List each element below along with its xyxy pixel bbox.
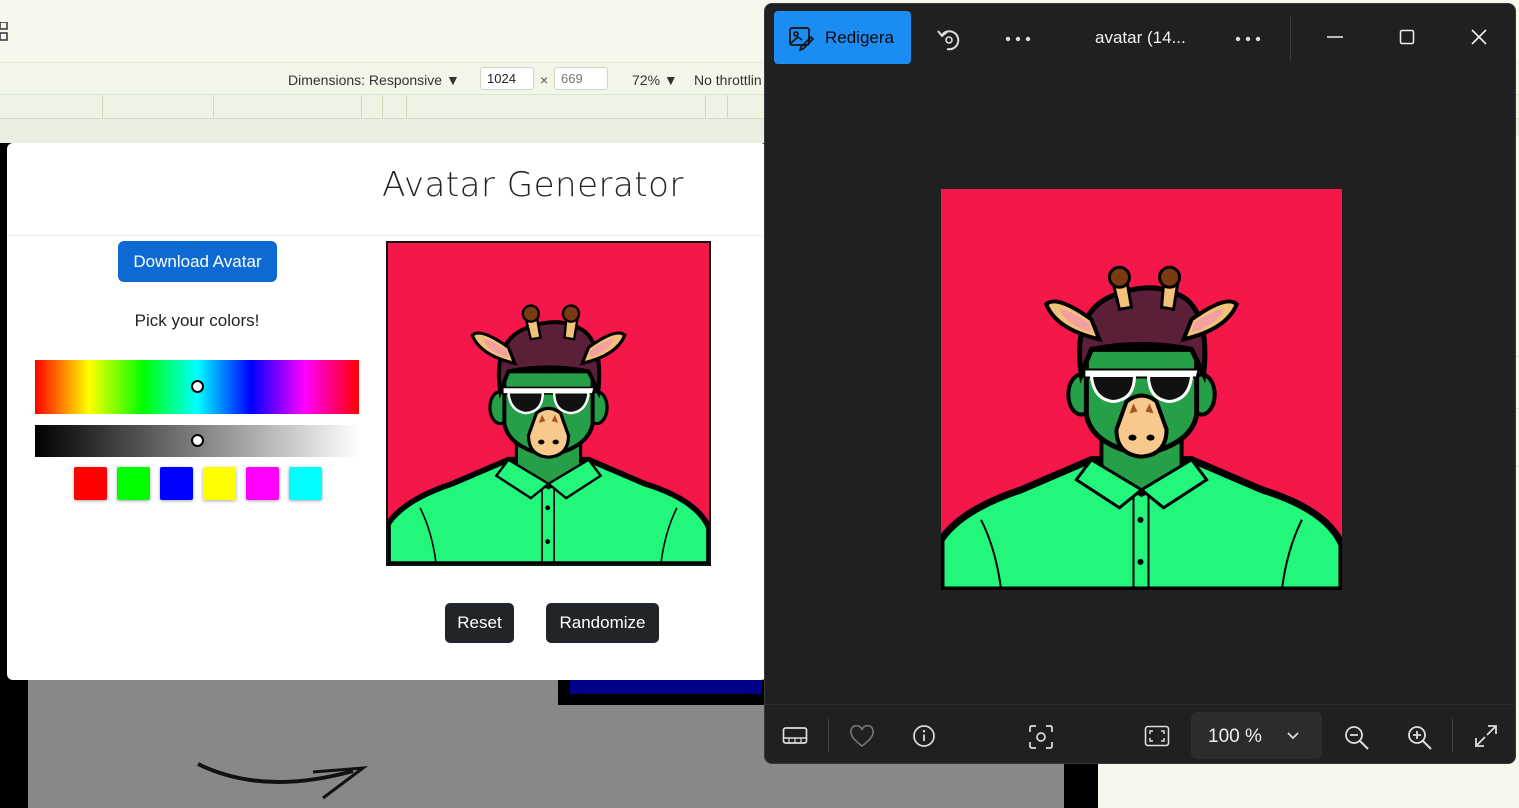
lightness-slider-handle[interactable] [190,434,204,447]
times-symbol: × [540,72,549,88]
swatch-green[interactable] [117,467,150,500]
hue-slider-handle[interactable] [190,380,204,393]
giraffe-avatar-illustration [388,243,709,564]
zoom-dropdown-label: 72% [632,72,661,88]
zoom-value: 100 % [1208,726,1262,747]
ruler-tick [361,95,362,119]
toolbar-separator [1452,719,1453,752]
pick-colors-label: Pick your colors! [134,311,260,330]
avatar-preview [386,241,711,566]
ruler-tick [705,95,706,119]
zoom-in-icon[interactable] [1407,725,1433,751]
zoom-out-icon[interactable] [1344,725,1370,751]
more-options-icon[interactable] [1005,35,1031,43]
dimensions-label: Dimensions: Responsive [288,72,443,88]
avatar-generator-card: Avatar Generator Download Avatar Pick yo… [7,143,767,680]
swatch-red[interactable] [74,467,107,500]
favorite-heart-icon[interactable] [849,725,875,749]
throttling-dropdown[interactable]: No throttlin [694,72,762,88]
randomize-button[interactable]: Randomize [546,603,659,643]
rotate-icon[interactable] [935,25,963,53]
swatch-blue[interactable] [160,467,193,500]
download-avatar-button[interactable]: Download Avatar [118,241,277,282]
dimensions-dropdown[interactable]: Dimensions: Responsive ▼ [288,72,460,88]
ruler-tick [213,95,214,119]
info-icon[interactable] [912,724,936,748]
ruler-tick [406,95,407,119]
edit-label: Redigera [825,28,894,47]
image-filename: avatar (14... [1095,28,1186,47]
width-input[interactable] [480,67,534,90]
zoom-dropdown[interactable]: 100 % [1191,712,1322,759]
ruler-tick [382,95,383,119]
apps-grid-icon[interactable] [0,22,12,42]
edit-button[interactable]: Redigera [774,11,911,64]
blue-bar [570,680,762,694]
height-input[interactable] [554,67,608,90]
viewer-bottom-toolbar: 100 % [765,704,1515,763]
swatch-magenta[interactable] [246,467,279,500]
toolbar-separator [828,719,829,752]
swatch-cyan[interactable] [289,467,322,500]
ruler-tick [727,95,728,119]
title-divider [7,235,767,236]
filmstrip-icon[interactable] [782,725,808,747]
swatch-yellow[interactable] [203,467,236,500]
ruler-tick [102,95,103,119]
fit-to-window-icon[interactable] [1144,725,1170,747]
zoom-dropdown[interactable]: 72% ▼ [632,72,678,88]
caret-down-icon: ▼ [445,72,460,88]
viewer-image [941,189,1342,590]
titlebar-separator [1290,16,1291,61]
edit-image-icon [789,27,814,51]
close-icon[interactable] [1471,29,1487,45]
photos-viewer-window: Redigera avatar (14... 100 % [764,3,1516,764]
giraffe-avatar-illustration [941,189,1342,590]
minimize-icon[interactable] [1327,29,1343,45]
more-options-icon[interactable] [1235,35,1261,43]
curved-arrow-icon [197,762,369,800]
full-screen-icon[interactable] [1474,724,1498,748]
reset-button[interactable]: Reset [445,603,514,643]
caret-down-icon: ▼ [663,72,678,88]
maximize-icon[interactable] [1399,29,1415,45]
visual-search-icon[interactable] [1028,724,1054,750]
chevron-down-icon [1287,732,1299,740]
